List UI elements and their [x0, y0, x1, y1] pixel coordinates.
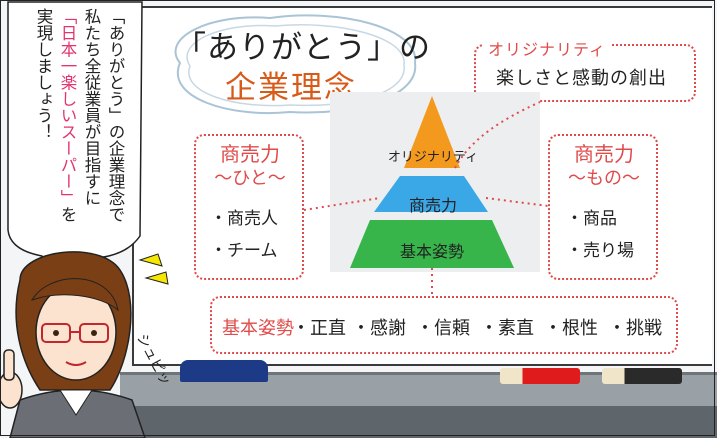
manga-panel: 「ありがとう」の 企業理念 オリジナリティ 楽しさと感動の創出 オリジナリティ …	[0, 0, 717, 438]
panel-border	[0, 0, 715, 436]
